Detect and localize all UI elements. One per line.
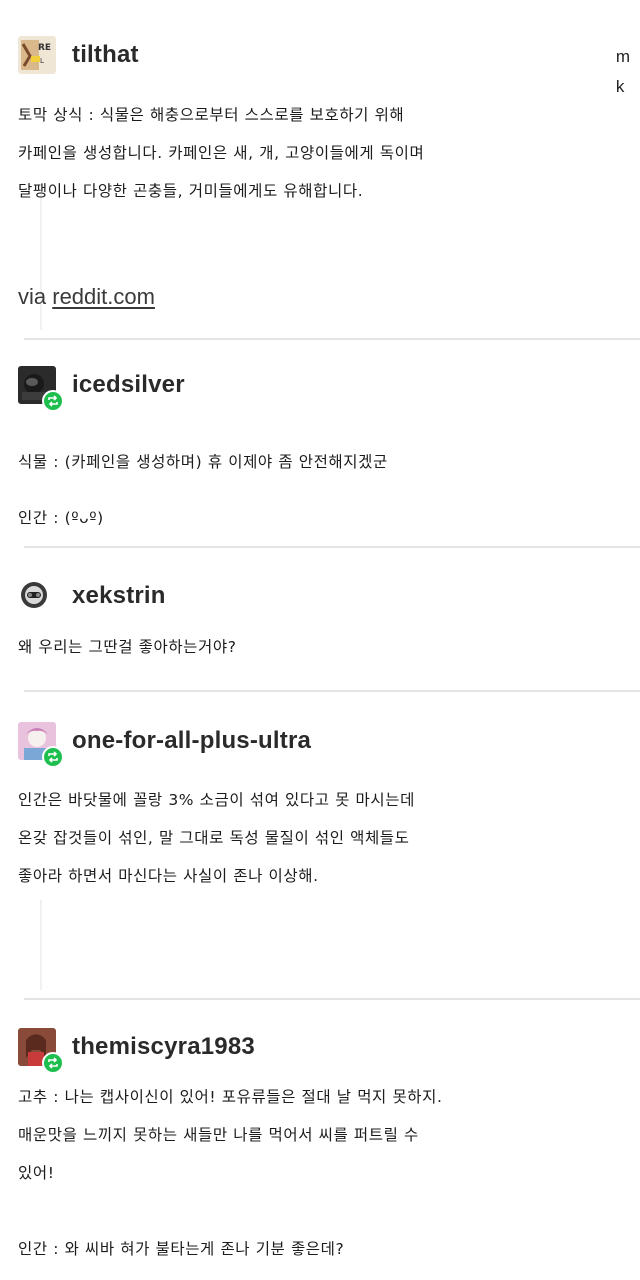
text-line: 좋아라 하면서 마신다는 사실이 존나 이상해. <box>18 867 319 885</box>
reblog-icon <box>48 751 58 763</box>
reblog-badge <box>42 746 64 768</box>
avatar[interactable] <box>18 366 64 412</box>
post-divider <box>24 338 640 340</box>
faint-guide-line <box>40 900 42 990</box>
text-line: 매운맛을 느끼지 못하는 새들만 나를 먹어서 씨를 퍼트릴 수 <box>18 1126 419 1144</box>
text-line: 달팽이나 다양한 곤충들, 거미들에게도 유해합니다. <box>18 182 364 200</box>
text-line: 고추 : 나는 캡사이신이 있어! 포유류들은 절대 날 먹지 못하지. <box>18 1088 443 1106</box>
post-body: 고추 : 나는 캡사이신이 있어! 포유류들은 절대 날 먹지 못하지. 매운맛을… <box>18 1078 598 1268</box>
text-line: 인간 : (ºᴗº) <box>18 509 104 527</box>
svg-text:RE: RE <box>38 43 51 53</box>
text-line: 있어! <box>18 1164 55 1182</box>
avatar[interactable]: RE L <box>18 36 56 74</box>
xekstrin-avatar-icon <box>18 577 56 615</box>
post-divider <box>24 546 640 548</box>
via-prefix: via <box>18 284 53 309</box>
corner-letter-m: m <box>615 47 630 66</box>
text-line: 왜 우리는 그딴걸 좋아하는거야? <box>18 638 237 656</box>
username[interactable]: xekstrin <box>72 582 166 610</box>
text-line: 인간 : 와 씨바 혀가 불타는게 존나 기분 좋은데? <box>18 1240 345 1258</box>
text-line: 토막 상식 : 식물은 해충으로부터 스스로를 보호하기 위해 <box>18 106 405 124</box>
username[interactable]: one-for-all-plus-ultra <box>72 727 311 755</box>
avatar[interactable] <box>18 1028 64 1074</box>
text-line: 식물 : (카페인을 생성하며) 휴 이제야 좀 안전해지겠군 <box>18 453 388 471</box>
text-line <box>18 1192 598 1230</box>
post-divider <box>24 998 640 1000</box>
svg-text:L: L <box>40 57 44 65</box>
via-source: via reddit.com <box>18 284 155 310</box>
post-body: 인간은 바닷물에 꼴랑 3% 소금이 섞여 있다고 못 마시는데온갖 잡것들이 … <box>18 781 598 895</box>
text-line: 카페인을 생성합니다. 카페인은 새, 개, 고양이들에게 독이며 <box>18 144 425 162</box>
post-divider <box>24 690 640 692</box>
source-link[interactable]: reddit.com <box>52 284 155 309</box>
reblog-icon <box>48 1057 58 1069</box>
post-body: 식물 : (카페인을 생성하며) 휴 이제야 좀 안전해지겠군인간 : (ºᴗº… <box>18 434 598 546</box>
tilthat-avatar-icon: RE L <box>18 36 56 74</box>
reblog-badge <box>42 1052 64 1074</box>
post-body: 왜 우리는 그딴걸 좋아하는거야? <box>18 628 598 666</box>
corner-letters: m k <box>616 42 630 102</box>
post-header-themiscyra1983: themiscyra1983 <box>18 1028 255 1074</box>
reblog-badge <box>42 390 64 412</box>
username[interactable]: themiscyra1983 <box>72 1033 255 1061</box>
reblog-thread-screenshot: m k RE L tilthat 토막 상식 : 식물은 해충으로부터 스스로를… <box>0 0 640 1280</box>
post-header-icedsilver: icedsilver <box>18 366 185 412</box>
reblog-icon <box>48 395 58 407</box>
post-header-one-for-all-plus-ultra: one-for-all-plus-ultra <box>18 722 311 768</box>
username[interactable]: tilthat <box>72 41 139 69</box>
text-line: 인간은 바닷물에 꼴랑 3% 소금이 섞여 있다고 못 마시는데 <box>18 791 415 809</box>
post-header-xekstrin: xekstrin <box>18 577 166 615</box>
post-body: 토막 상식 : 식물은 해충으로부터 스스로를 보호하기 위해카페인을 생성합니… <box>18 96 598 210</box>
username[interactable]: icedsilver <box>72 371 185 399</box>
text-line: 온갖 잡것들이 섞인, 말 그대로 독성 물질이 섞인 액체들도 <box>18 829 410 847</box>
post-header-tilthat: RE L tilthat <box>18 36 139 74</box>
corner-letter-k: k <box>615 77 625 96</box>
avatar[interactable] <box>18 722 64 768</box>
avatar[interactable] <box>18 577 56 615</box>
